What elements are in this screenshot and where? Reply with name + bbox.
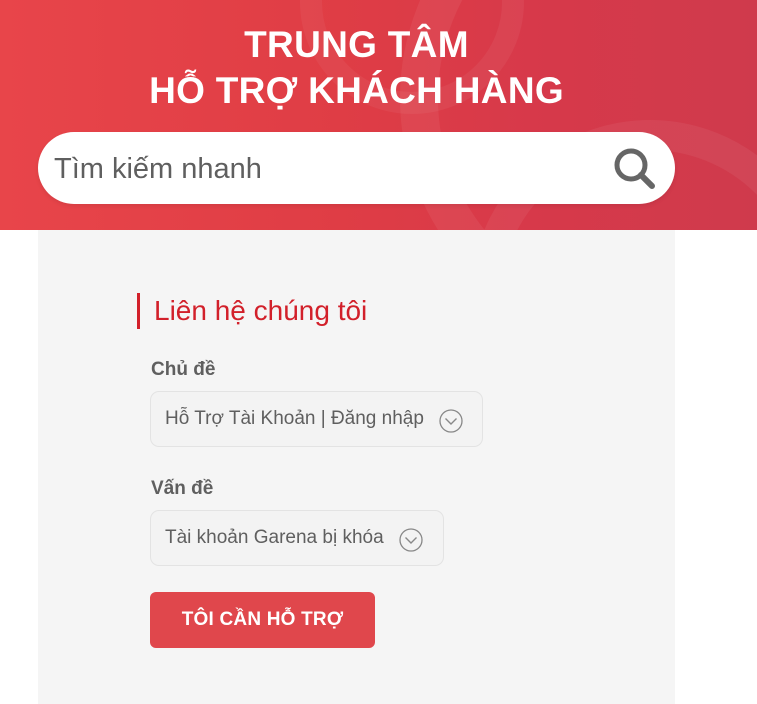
search-input[interactable] xyxy=(52,146,596,192)
issue-label: Vấn đề xyxy=(151,478,214,499)
chevron-down-icon xyxy=(439,409,463,433)
request-support-button[interactable]: TÔI CẦN HỖ TRỢ xyxy=(150,592,375,648)
issue-select[interactable]: Tài khoản Garena bị khóa xyxy=(150,510,444,566)
header-banner: TRUNG TÂM HỖ TRỢ KHÁCH HÀNG xyxy=(0,0,757,230)
chevron-down-icon xyxy=(399,528,423,552)
topic-select[interactable]: Hỗ Trợ Tài Khoản | Đăng nhập xyxy=(150,391,483,447)
search-icon[interactable] xyxy=(610,144,658,192)
support-page: TRUNG TÂM HỖ TRỢ KHÁCH HÀNG Liên hệ chún… xyxy=(0,0,757,704)
topic-label: Chủ đề xyxy=(151,359,216,380)
section-title: Liên hệ chúng tôi xyxy=(137,293,367,329)
issue-selected-value: Tài khoản Garena bị khóa xyxy=(165,527,384,548)
topic-selected-value: Hỗ Trợ Tài Khoản | Đăng nhập xyxy=(165,408,424,429)
page-title-line2: HỖ TRỢ KHÁCH HÀNG xyxy=(149,70,564,111)
page-title-line1: TRUNG TÂM xyxy=(244,24,469,65)
search-bar xyxy=(38,132,675,204)
